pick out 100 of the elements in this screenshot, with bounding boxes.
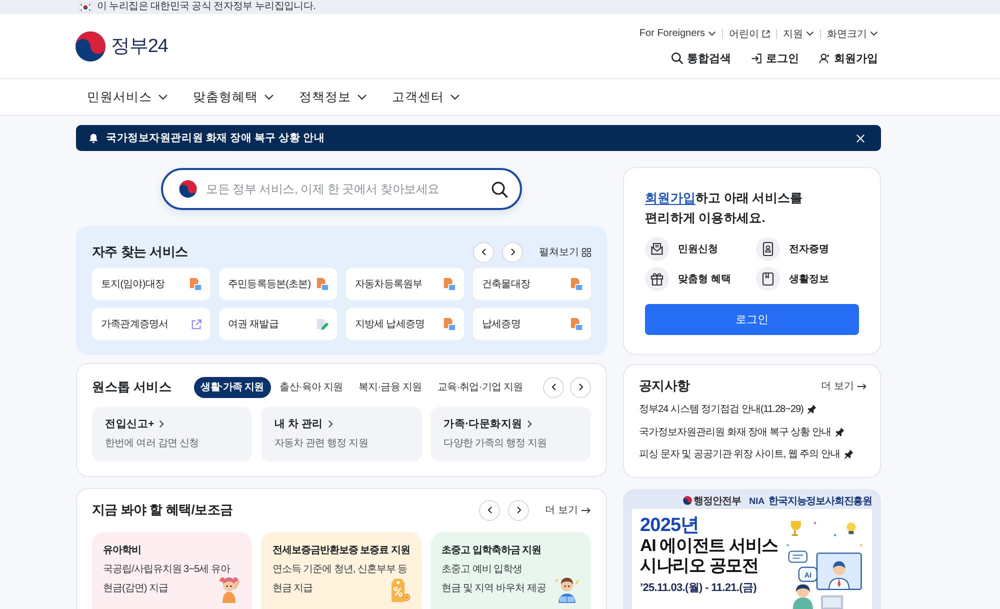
benefit-card[interactable]: 초중고 입학축하금 지원 초중고 예비 입학생 현금 및 지역 바우처 제공 [430,532,591,609]
nav-menu-item[interactable]: 정책정보 [299,88,367,106]
chevron-right-icon [159,420,164,428]
card-text: 현금 지급 [272,582,313,596]
utility-link[interactable]: For Foreigners [639,28,716,39]
search-link[interactable]: 통합검색 [671,50,731,66]
quick-service-link[interactable]: 생활정보 [756,266,859,292]
previous-button[interactable] [473,242,494,262]
more-link[interactable]: 더 보기 [545,503,591,517]
quick-service-link[interactable]: 전자증명 [756,236,859,262]
card-text: 연소득 기준에 청년, 신혼부부 등 [272,563,408,577]
next-button[interactable] [508,500,530,520]
nav-menu-item[interactable]: 민원서비스 [87,88,168,106]
document-icon [570,317,583,331]
document-pencil-icon [316,318,329,330]
category-tab[interactable]: 생활·가족 지원 [194,376,271,398]
chevron-left-icon [550,383,556,391]
login-button[interactable]: 로그인 [645,304,859,335]
chevron-right-icon [578,383,584,391]
benefit-card[interactable]: 유아학비 국공립/사립유치원 3~5세 유아 현금(감면) 지급 [92,532,252,609]
notice-link[interactable]: 피싱 문자 및 공공기관 위장 사이트, 웹 주의 안내 [639,447,840,462]
category-tab[interactable]: 출산·육아 지원 [272,376,350,398]
next-button[interactable] [570,376,591,398]
service-tile[interactable]: 가족관계증명서 [92,308,210,340]
search-field[interactable]: 모든 정부 서비스, 이제 한 곳에서 찾아보세요 [161,168,522,210]
service-tile[interactable]: 건축물대장 [473,268,591,300]
banner-period: ’25.11.03.(월) - 11.21.(금) [640,580,756,594]
chevron-left-icon [480,248,486,256]
card-title: 내 차 관리 [274,417,323,431]
external-link-icon [191,318,202,330]
service-tile[interactable]: 토지(임야)대장 [92,268,210,300]
login-prompt: 회원가입하고 아래 서비스를 편리하게 이용하세요. [645,190,804,227]
chevron-left-icon [486,506,493,514]
grid-icon [582,248,591,256]
card-title: 유아학비 [103,544,142,558]
mail-icon [645,237,669,261]
previous-button[interactable] [479,500,500,520]
quick-service-link[interactable]: 민원신청 [645,236,756,262]
card-text: 현금 및 지역 바우처 제공 [442,582,546,596]
chevron-right-icon [516,506,522,514]
document-icon [570,277,583,291]
card-description: 다양한 가족의 행정 지원 [444,437,548,450]
flag-icon [79,2,92,12]
category-tab[interactable]: 교육·취업·기업 지원 [430,376,530,398]
utility-link[interactable]: 어린이 [729,26,770,40]
utility-link[interactable]: 지원 [783,26,814,40]
service-tile[interactable]: 지방세 납세증명 [346,308,464,340]
banner-year: 2025년 [640,514,700,536]
gov-notice-text: 이 누리집은 대한민국 공식 전자정부 누리집입니다. [97,0,316,14]
banner-title: AI 에이전트 서비스 시나리오 공모전 [640,536,778,576]
alert-text: 국가정보자원관리원 화재 장애 복구 상황 안내 [106,131,325,145]
document-icon [189,277,202,291]
utility-link[interactable]: 화면크기 [827,26,878,40]
chevron-down-icon [806,31,814,36]
nav-menu-item[interactable]: 맞춤형혜택 [193,88,274,106]
document-icon [443,317,456,331]
service-tile[interactable]: 여권 재발급 [219,308,337,340]
nav-menu-item[interactable]: 고객센터 [392,88,460,106]
search-icon [491,180,508,198]
more-link[interactable]: 더 보기 [821,379,867,393]
chevron-right-icon [510,248,516,256]
service-tile[interactable]: 납세증명 [473,308,591,340]
close-button[interactable] [854,132,867,144]
signup-link[interactable]: 회원가입 [645,191,696,205]
notice-link[interactable]: 정부24 시스템 정기점검 안내(11.28~29) [639,402,804,416]
service-card[interactable]: 내 차 관리 자동차 관련 행정 지원 [261,407,422,461]
book-icon [756,267,780,291]
card-title: 가족·다문화지원 [444,417,522,431]
service-tile[interactable]: 주민등록등본(초본) [219,268,337,300]
service-card[interactable]: 가족·다문화지원 다양한 가족의 행정 지원 [430,407,591,461]
login-link[interactable]: 로그인 [751,50,799,66]
agency-logo-text: 한국지능정보사회진흥원 [768,494,872,508]
chevron-right-icon [328,420,333,428]
section-title: 자주 찾는 서비스 [92,243,188,261]
search-button[interactable] [491,180,508,198]
document-icon [316,277,329,291]
search-input[interactable]: 모든 정부 서비스, 이제 한 곳에서 찾아보세요 [206,180,482,198]
arrow-right-icon [581,506,591,514]
external-link-icon [762,30,770,38]
service-card[interactable]: 전입신고+ 한번에 여러 감면 신청 [92,407,252,461]
chevron-down-icon [870,31,878,36]
logo-link[interactable]: 정부24 [75,30,168,62]
quick-service-link[interactable]: 맞춤형 혜택 [645,266,756,292]
previous-button[interactable] [543,376,564,398]
login-icon [751,52,762,64]
signup-link[interactable]: 회원가입 [819,50,878,66]
search-icon [671,52,683,64]
emblem-icon [75,30,106,62]
gift-icon [645,267,669,291]
benefit-card[interactable]: 전세보증금반환보증 보증료 지원 연소득 기준에 청년, 신혼부부 등 현금 지급 [261,532,422,609]
service-tile[interactable]: 자동차등록원부 [346,268,464,300]
category-tab[interactable]: 복지·금융 지원 [352,376,428,398]
card-title: 전세보증금반환보증 보증료 지원 [272,544,411,558]
next-button[interactable] [502,242,523,262]
card-description: 자동차 관련 행정 지원 [274,437,369,450]
user-icon [819,52,830,64]
section-title: 지금 봐야 할 혜택/보조금 [92,501,233,519]
notice-link[interactable]: 국가정보자원관리원 화재 장애 복구 상황 안내 [639,424,831,439]
expand-link[interactable]: 펼쳐보기 [539,245,591,259]
card-title: 초중고 입학축하금 지원 [442,544,542,558]
